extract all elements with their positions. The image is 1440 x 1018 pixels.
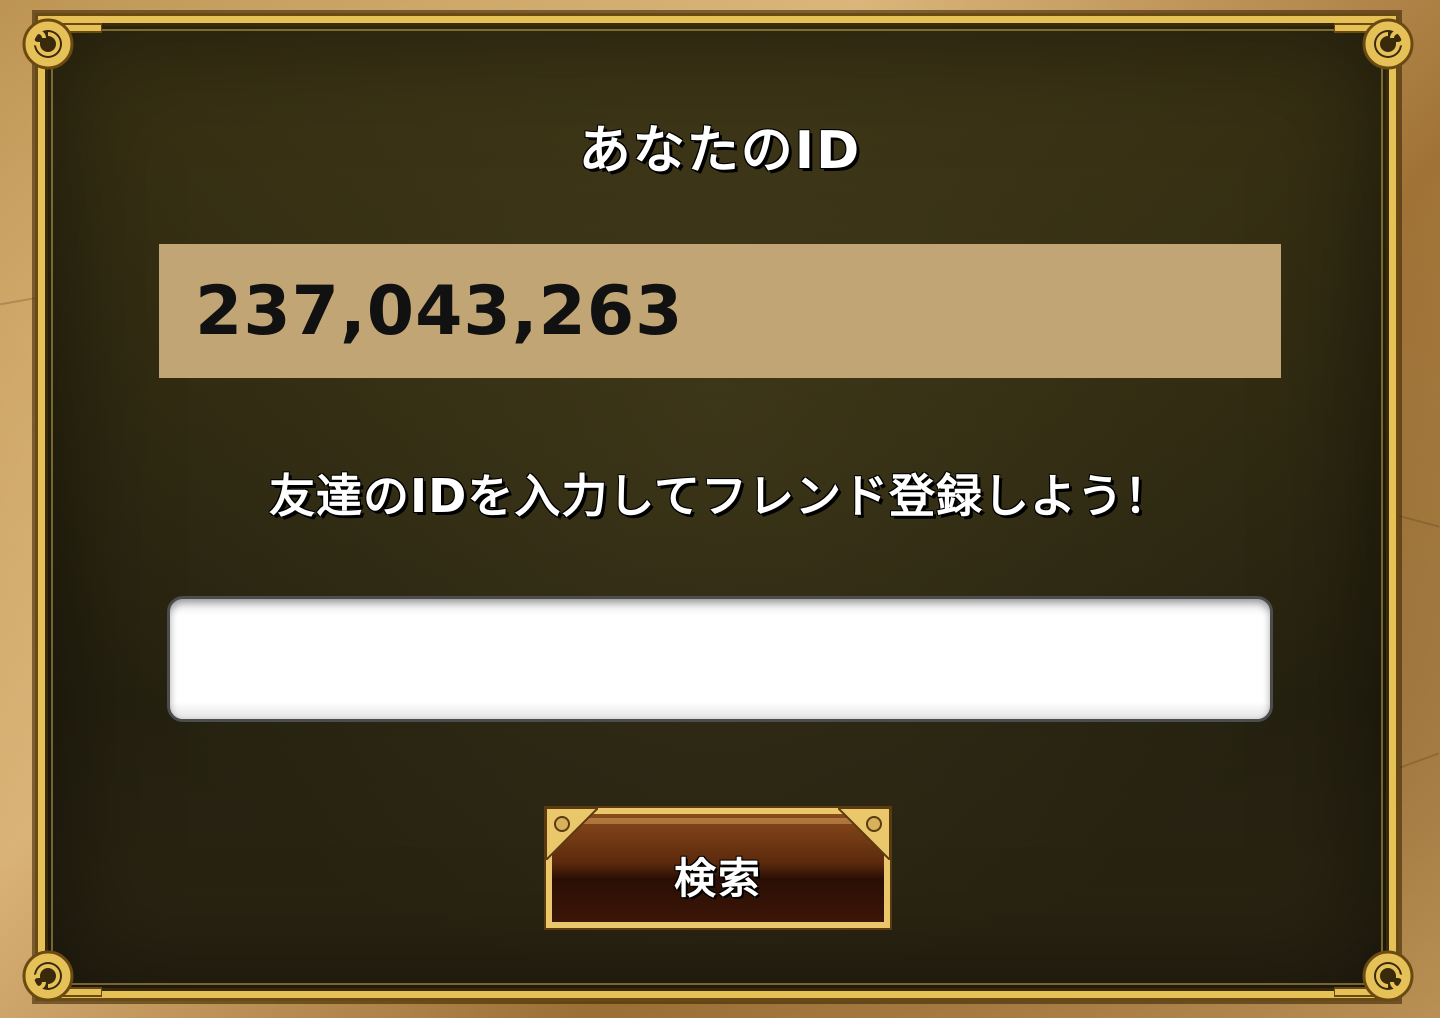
- map-line: [1396, 752, 1440, 770]
- friend-id-input[interactable]: [167, 596, 1273, 722]
- rivet-corner-icon: [546, 808, 598, 860]
- friend-id-prompt: 友達のIDを入力してフレンド登録しよう！: [269, 469, 1171, 523]
- map-line: [0, 296, 38, 306]
- scroll-corner-icon: [1334, 950, 1414, 1002]
- scroll-corner-icon: [1334, 18, 1414, 70]
- your-id-title: あなたのID: [578, 121, 862, 181]
- scroll-corner-icon: [22, 18, 102, 70]
- user-id-value: 237,043,263: [195, 271, 684, 351]
- rivet-corner-icon: [838, 808, 890, 860]
- search-button-label: 検索: [673, 853, 762, 903]
- user-id-display: 237,043,263: [159, 244, 1281, 378]
- scroll-corner-icon: [22, 950, 102, 1002]
- search-button[interactable]: 検索: [544, 806, 892, 930]
